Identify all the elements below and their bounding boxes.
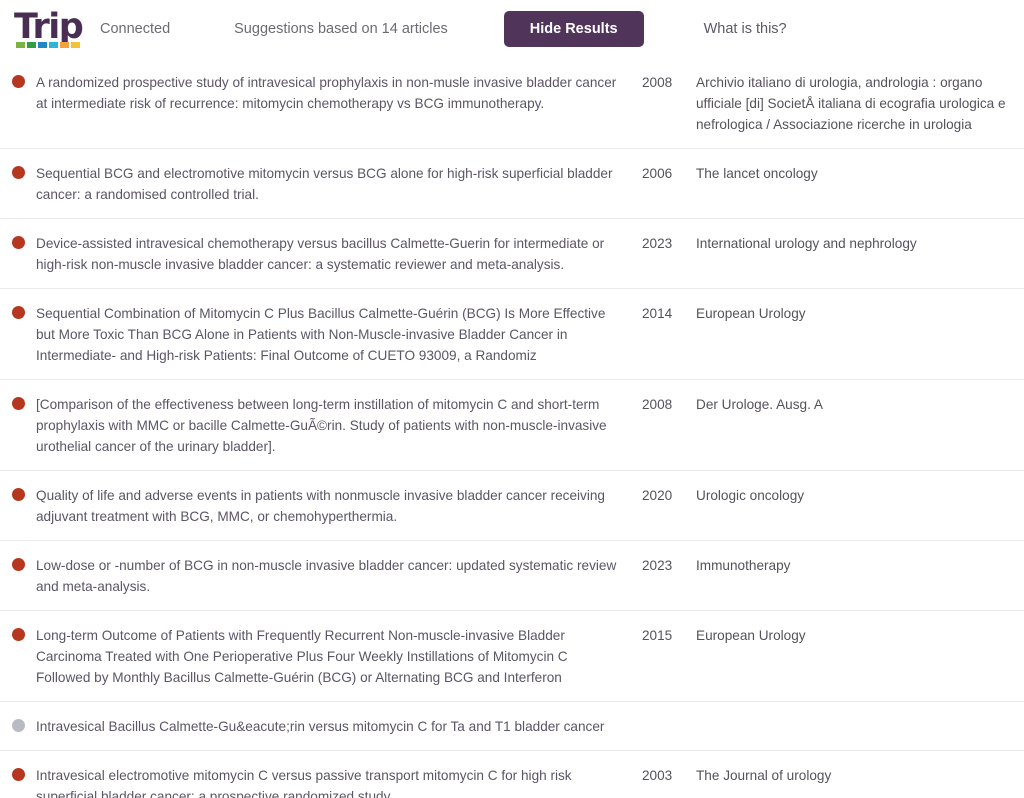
- result-status-dot-cell: [0, 163, 36, 179]
- result-year: 2015: [642, 628, 673, 643]
- result-journal: European Urology: [696, 628, 806, 643]
- evidence-dot-icon: [11, 768, 25, 781]
- logo-bar-0: [16, 42, 25, 48]
- result-title[interactable]: Quality of life and adverse events in pa…: [36, 485, 642, 527]
- connection-status-label: Connected: [100, 21, 171, 37]
- result-title[interactable]: Long-term Outcome of Patients with Frequ…: [36, 625, 642, 688]
- result-status-dot-cell: [0, 485, 36, 501]
- result-row[interactable]: Device-assisted intravesical chemotherap…: [0, 219, 1024, 289]
- result-title[interactable]: Intravesical electromotive mitomycin C v…: [36, 765, 642, 798]
- result-row[interactable]: Sequential Combination of Mitomycin C Pl…: [0, 289, 1024, 380]
- result-journal: European Urology: [696, 306, 806, 321]
- result-journal: Immunotherapy: [696, 558, 791, 573]
- result-title[interactable]: A randomized prospective study of intrav…: [36, 72, 642, 114]
- result-row[interactable]: Low-dose or -number of BCG in non-muscle…: [0, 541, 1024, 611]
- result-year: 2006: [642, 166, 673, 181]
- result-journal: The Journal of urology: [696, 768, 832, 783]
- result-journal: Urologic oncology: [696, 488, 805, 503]
- result-status-dot-cell: [0, 303, 36, 319]
- result-row[interactable]: A randomized prospective study of intrav…: [0, 58, 1024, 149]
- evidence-dot-icon: [11, 236, 25, 249]
- result-year: 2014: [642, 306, 673, 321]
- result-status-dot-cell: [0, 233, 36, 249]
- result-title[interactable]: [Comparison of the effectiveness between…: [36, 394, 642, 457]
- result-year: 2008: [642, 397, 673, 412]
- trip-logo-color-bars: [16, 42, 80, 48]
- result-year: 2020: [642, 488, 673, 503]
- evidence-dot-icon: [11, 75, 25, 88]
- result-status-dot-cell: [0, 765, 36, 781]
- result-year: 2023: [642, 236, 673, 251]
- logo-bar-3: [49, 42, 58, 48]
- evidence-dot-icon: [11, 306, 25, 319]
- results-list: A randomized prospective study of intrav…: [0, 58, 1024, 798]
- evidence-dot-icon: [11, 719, 25, 732]
- evidence-dot-icon: [11, 488, 25, 501]
- result-status-dot-cell: [0, 625, 36, 641]
- result-year: 2008: [642, 75, 673, 90]
- result-year: 2003: [642, 768, 673, 783]
- result-journal: Archivio italiano di urologia, andrologi…: [696, 75, 1006, 132]
- result-year: 2023: [642, 558, 673, 573]
- result-row[interactable]: [Comparison of the effectiveness between…: [0, 380, 1024, 471]
- result-row[interactable]: Long-term Outcome of Patients with Frequ…: [0, 611, 1024, 702]
- result-status-dot-cell: [0, 394, 36, 410]
- result-row[interactable]: Sequential BCG and electromotive mitomyc…: [0, 149, 1024, 219]
- result-row[interactable]: Intravesical electromotive mitomycin C v…: [0, 751, 1024, 798]
- result-title[interactable]: Low-dose or -number of BCG in non-muscle…: [36, 555, 642, 597]
- result-status-dot-cell: [0, 555, 36, 571]
- evidence-dot-icon: [11, 628, 25, 641]
- logo-bar-4: [60, 42, 69, 48]
- logo-bar-5: [71, 42, 80, 48]
- evidence-dot-icon: [11, 166, 25, 179]
- evidence-dot-icon: [11, 558, 25, 571]
- hide-results-button[interactable]: Hide Results: [503, 11, 644, 47]
- evidence-dot-icon: [11, 397, 25, 410]
- result-journal: Der Urologe. Ausg. A: [696, 397, 823, 412]
- result-row[interactable]: Intravesical Bacillus Calmette-Gu&eacute…: [0, 702, 1024, 751]
- result-title[interactable]: Device-assisted intravesical chemotherap…: [36, 233, 642, 275]
- result-title[interactable]: Intravesical Bacillus Calmette-Gu&eacute…: [36, 716, 642, 737]
- result-row[interactable]: Quality of life and adverse events in pa…: [0, 471, 1024, 541]
- suggestions-count-label: Suggestions based on 14 articles: [234, 21, 448, 37]
- trip-logo[interactable]: Trip: [14, 7, 86, 49]
- result-title[interactable]: Sequential BCG and electromotive mitomyc…: [36, 163, 642, 205]
- logo-bar-2: [38, 42, 47, 48]
- result-status-dot-cell: [0, 72, 36, 88]
- result-journal: International urology and nephrology: [696, 236, 917, 251]
- what-is-this-link[interactable]: What is this?: [704, 21, 787, 37]
- logo-bar-1: [27, 42, 36, 48]
- trip-logo-wordmark: Trip: [14, 7, 84, 47]
- app-header: Trip Connected Suggestions based on 14 a…: [0, 0, 1024, 58]
- result-title[interactable]: Sequential Combination of Mitomycin C Pl…: [36, 303, 642, 366]
- result-status-dot-cell: [0, 716, 36, 732]
- result-journal: The lancet oncology: [696, 166, 818, 181]
